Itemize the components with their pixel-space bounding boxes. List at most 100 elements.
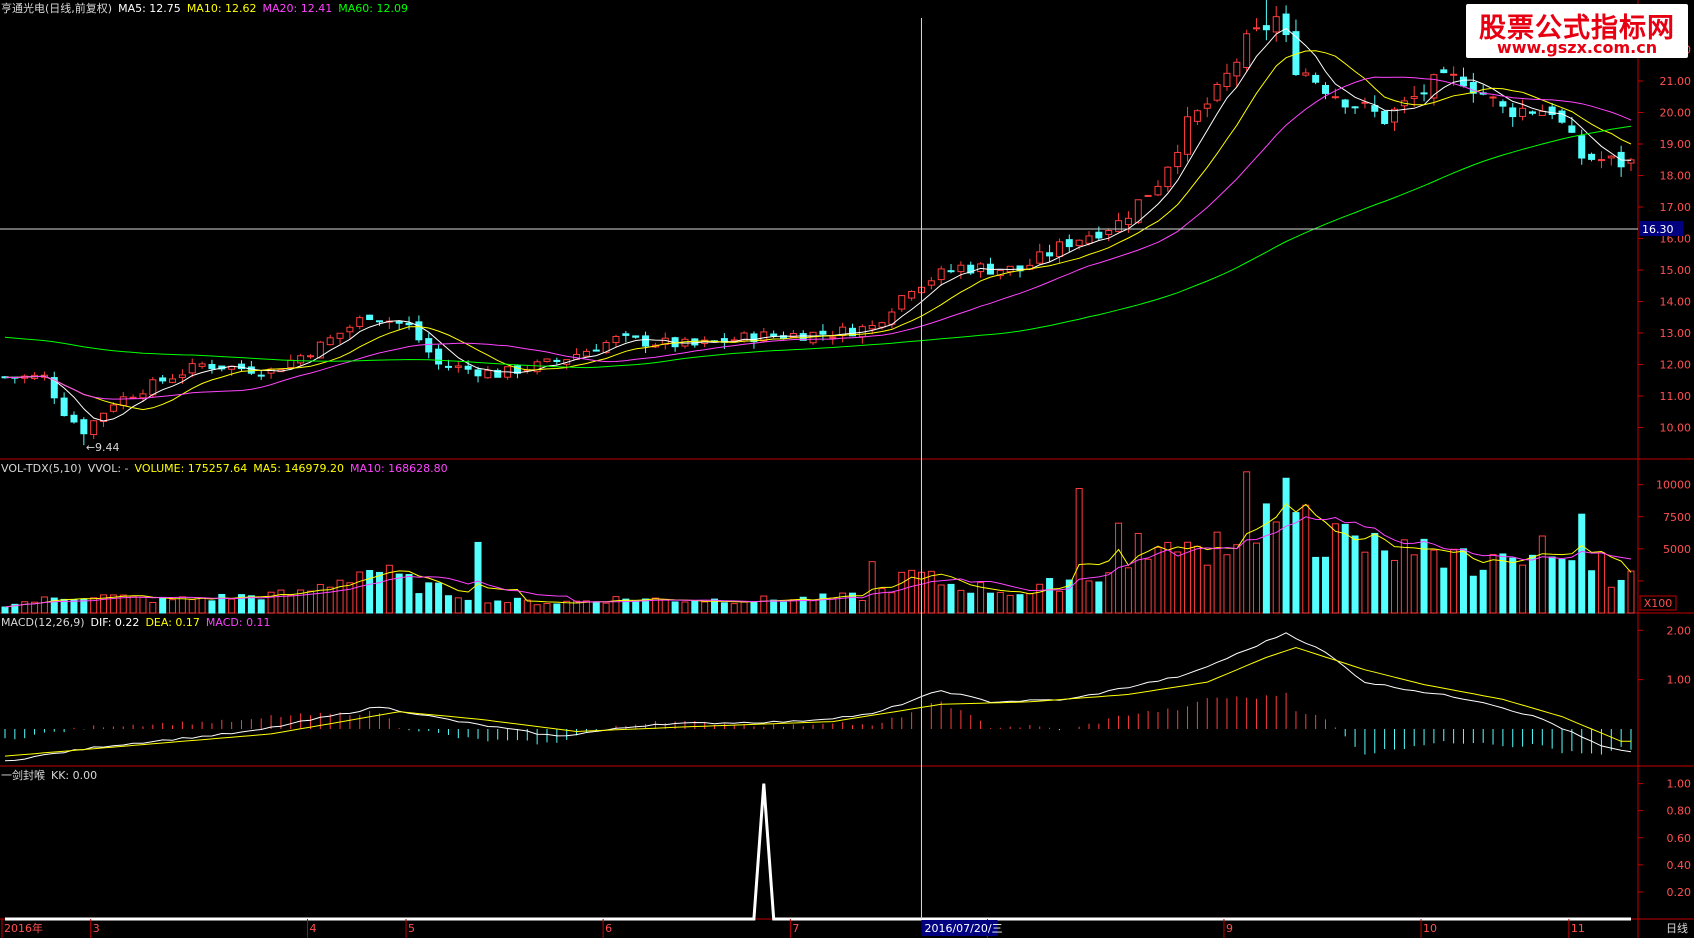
volume-bar: [139, 596, 147, 614]
volume-bar: [602, 602, 610, 614]
ma10-line: [4, 50, 1632, 411]
price-tick-label: 13.00: [1660, 327, 1692, 340]
candle: [1312, 74, 1320, 83]
volume-bar: [1450, 548, 1458, 614]
price-header-1: MA5: 12.75: [118, 2, 181, 15]
volume-bar: [1095, 581, 1103, 614]
volume-bar: [267, 591, 275, 614]
volume-bar: [1312, 556, 1320, 614]
date-tick-label: 11: [1571, 922, 1585, 935]
vol-header-3: MA5: 146979.20: [253, 462, 344, 475]
vol-header-4: MA10: 168628.80: [350, 462, 448, 475]
price-tick-label: 17.00: [1660, 201, 1692, 214]
candle: [642, 335, 650, 347]
volume-bar: [21, 601, 29, 614]
candle: [1578, 135, 1586, 159]
candle: [1055, 241, 1063, 258]
candle: [257, 374, 265, 377]
volume-bar: [1193, 545, 1201, 614]
date-tick-label: 3: [93, 922, 100, 935]
volume-bar: [1262, 503, 1270, 614]
candle: [415, 321, 423, 341]
candle: [1450, 73, 1458, 76]
volume-bar: [188, 599, 196, 614]
price-tick-label: 19.00: [1660, 138, 1692, 151]
candle: [1174, 151, 1182, 168]
candle: [1036, 251, 1044, 264]
candle: [375, 320, 383, 323]
candle: [1184, 116, 1192, 155]
candle: [1282, 13, 1290, 36]
candle: [464, 365, 472, 370]
candle: [346, 326, 354, 333]
volume-bar: [1134, 532, 1142, 614]
volume-bar: [513, 597, 521, 614]
stock-chart[interactable]: 亨通光电(日线,前复权) MA5: 12.75 MA10: 12.62 MA20: 1…: [0, 0, 1694, 938]
kk-tick-label: 0.60: [1667, 832, 1692, 845]
volume-bar: [523, 599, 531, 614]
candle: [188, 363, 196, 374]
volume-bar: [1075, 488, 1083, 614]
volume-bar: [1331, 523, 1339, 614]
volume-bar: [129, 595, 137, 614]
candle: [553, 359, 561, 363]
candle: [908, 290, 916, 299]
candle: [1558, 110, 1566, 123]
volume-bar: [701, 601, 709, 614]
candle: [1193, 110, 1201, 122]
volume-bar: [1302, 504, 1310, 614]
volume-bar: [356, 571, 364, 614]
volume-bar: [1361, 551, 1369, 614]
volume-bar: [366, 570, 374, 614]
volume-bar: [1548, 556, 1556, 614]
candle: [937, 268, 945, 281]
volume-bar: [1322, 556, 1330, 614]
candle: [1489, 96, 1497, 99]
volume-bar: [1597, 552, 1605, 614]
volume-bar: [1, 606, 9, 614]
candle: [90, 420, 98, 436]
volume-bar: [543, 603, 551, 614]
volume-bar: [395, 573, 403, 614]
volume-bar: [1499, 553, 1507, 614]
volume-bar: [868, 561, 876, 614]
price-tick-label: 11.00: [1660, 390, 1692, 403]
volume-bar: [1509, 557, 1517, 614]
vol-header-1: VVOL: -: [88, 462, 129, 475]
candle: [208, 363, 216, 370]
kk-line: [5, 783, 1631, 921]
volume-bar: [750, 601, 758, 614]
price-header-2: MA10: 12.62: [187, 2, 257, 15]
volume-bar: [1026, 593, 1034, 614]
date-tick-label: 2016年: [4, 921, 43, 935]
logo-url: www.gszx.com.cn: [1496, 38, 1658, 57]
volume-bar: [149, 601, 157, 614]
macd-tick-label: 2.00: [1667, 624, 1692, 637]
volume-bar: [247, 595, 255, 614]
volume-bar: [425, 582, 433, 614]
candle: [1588, 153, 1596, 160]
candle: [632, 335, 640, 338]
volume-bar: [1085, 580, 1093, 614]
candle: [1223, 72, 1231, 88]
vol-tick-label: 7500: [1663, 511, 1691, 524]
period-label[interactable]: 日线: [1666, 921, 1688, 935]
candle: [543, 358, 551, 362]
macd-header-0: MACD(12,26,9): [1, 616, 85, 629]
price-tick-label: 15.00: [1660, 264, 1692, 277]
candle: [1322, 84, 1330, 94]
candle: [1144, 194, 1152, 197]
volume-bar: [435, 582, 443, 614]
candle: [297, 355, 305, 364]
volume-bar: [1292, 512, 1300, 614]
volume-bar: [1124, 567, 1132, 614]
volume-bar: [454, 597, 462, 614]
candle: [1095, 231, 1103, 239]
volume-bar: [957, 589, 965, 614]
volume-bar: [1144, 558, 1152, 614]
volume-bar: [1203, 564, 1211, 614]
volume-bar: [996, 591, 1004, 614]
volume-bar: [720, 602, 728, 614]
date-tick-label: 6: [605, 922, 612, 935]
volume-bar: [612, 596, 620, 614]
